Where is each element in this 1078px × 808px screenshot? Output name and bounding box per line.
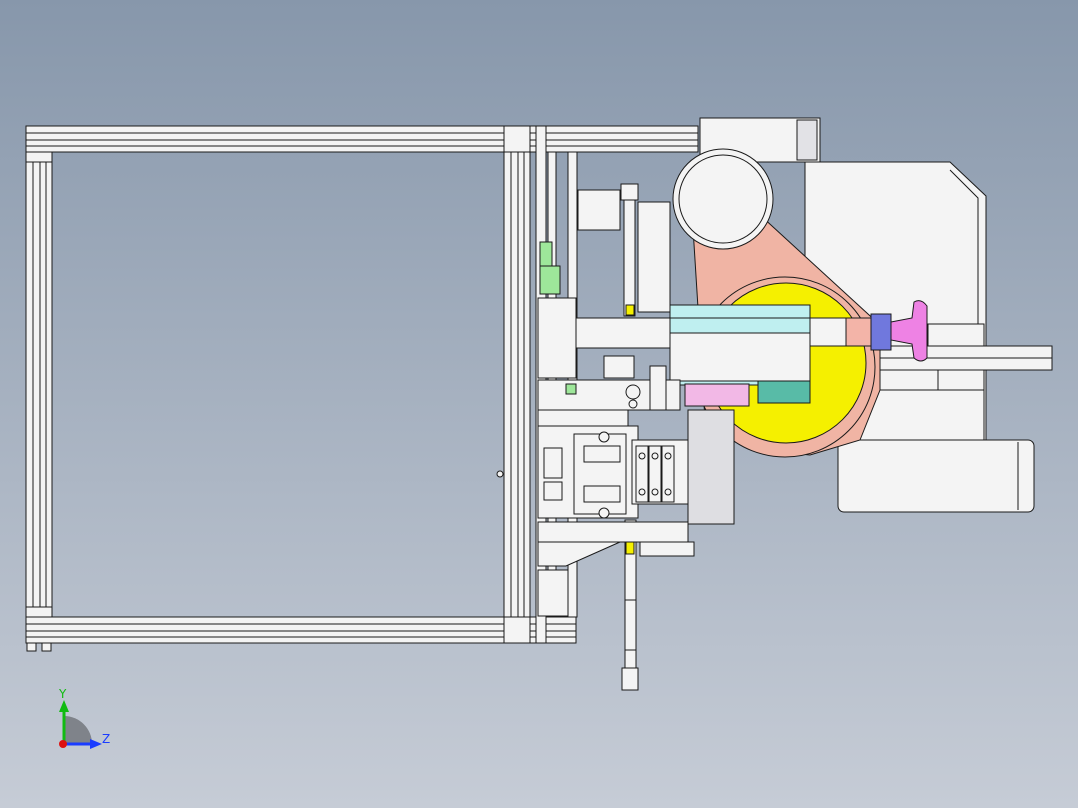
actuator-assembly[interactable]: [669, 304, 811, 407]
terminal-screw: [638, 452, 646, 460]
frame-bolt: [496, 470, 504, 478]
rear-shaft: [575, 317, 677, 349]
triad-origin: [59, 740, 67, 748]
frame-left-post: [25, 151, 53, 618]
switch-lamp: [543, 447, 563, 479]
teal-block: [757, 380, 811, 404]
axis-triad: [59, 700, 102, 749]
frame-corner-block: [503, 616, 531, 644]
shaft: [807, 317, 849, 347]
frame-foot: [26, 642, 37, 652]
lower-plate: [537, 569, 569, 617]
switch-lamp: [543, 481, 563, 501]
bracket-strip: [537, 409, 629, 427]
terminal-screw: [651, 452, 659, 460]
bracket-plate: [577, 189, 621, 231]
bracket-plate: [537, 297, 577, 379]
y-axis-label: Y: [59, 687, 67, 701]
guide-block: [927, 323, 985, 347]
frame-top-rail: [25, 125, 699, 153]
z-axis-arrow: [90, 739, 102, 749]
bolt: [628, 399, 638, 409]
pink-block: [684, 383, 750, 407]
motor-body: [837, 439, 1035, 513]
bolt: [625, 384, 641, 400]
frame-mid-post: [503, 151, 531, 618]
cad-viewport[interactable]: Y Z: [0, 0, 1078, 808]
control-bar: [537, 521, 689, 543]
triad-quadrant: [64, 716, 92, 744]
lever-part: [649, 365, 667, 411]
switch-screw: [598, 507, 610, 519]
bracket-plate: [637, 201, 671, 313]
terminal-screw: [638, 488, 646, 496]
frame-corner-block: [503, 125, 531, 153]
mounting-brackets[interactable]: [537, 189, 681, 427]
cylinder-top-cap: [620, 183, 639, 201]
switch-slot: [583, 445, 621, 463]
housing-tab-lower: [859, 389, 985, 441]
frame-corner-block: [25, 151, 53, 163]
switch-slot: [583, 485, 621, 503]
frame-corner-block: [25, 606, 53, 618]
cylinder-bottom-cap: [621, 667, 639, 691]
cad-model-drawing[interactable]: [0, 0, 1078, 808]
lever-part: [603, 355, 635, 379]
terminal-screw: [664, 452, 672, 460]
frame-bottom-rail: [25, 616, 577, 644]
cylinder-top-yellow: [625, 304, 635, 316]
switch-screw: [598, 431, 610, 443]
green-tab: [565, 383, 577, 395]
frame-foot: [41, 642, 52, 652]
y-axis-arrow: [59, 700, 69, 712]
z-axis-label: Z: [102, 732, 111, 746]
green-bracket: [539, 265, 561, 295]
shaft-collar: [845, 317, 873, 347]
terminal-screw: [664, 488, 672, 496]
housing-cover-glass: [796, 119, 818, 161]
idler-pulley-inner: [678, 154, 768, 244]
control-panel-glass: [687, 409, 735, 525]
blue-cap: [870, 313, 892, 351]
lower-shaft: [639, 541, 695, 557]
terminal-screw: [651, 488, 659, 496]
white-block: [669, 332, 811, 382]
cylinder-top-body: [623, 185, 636, 317]
lower-bracket: [537, 541, 621, 567]
green-bracket: [539, 241, 553, 267]
